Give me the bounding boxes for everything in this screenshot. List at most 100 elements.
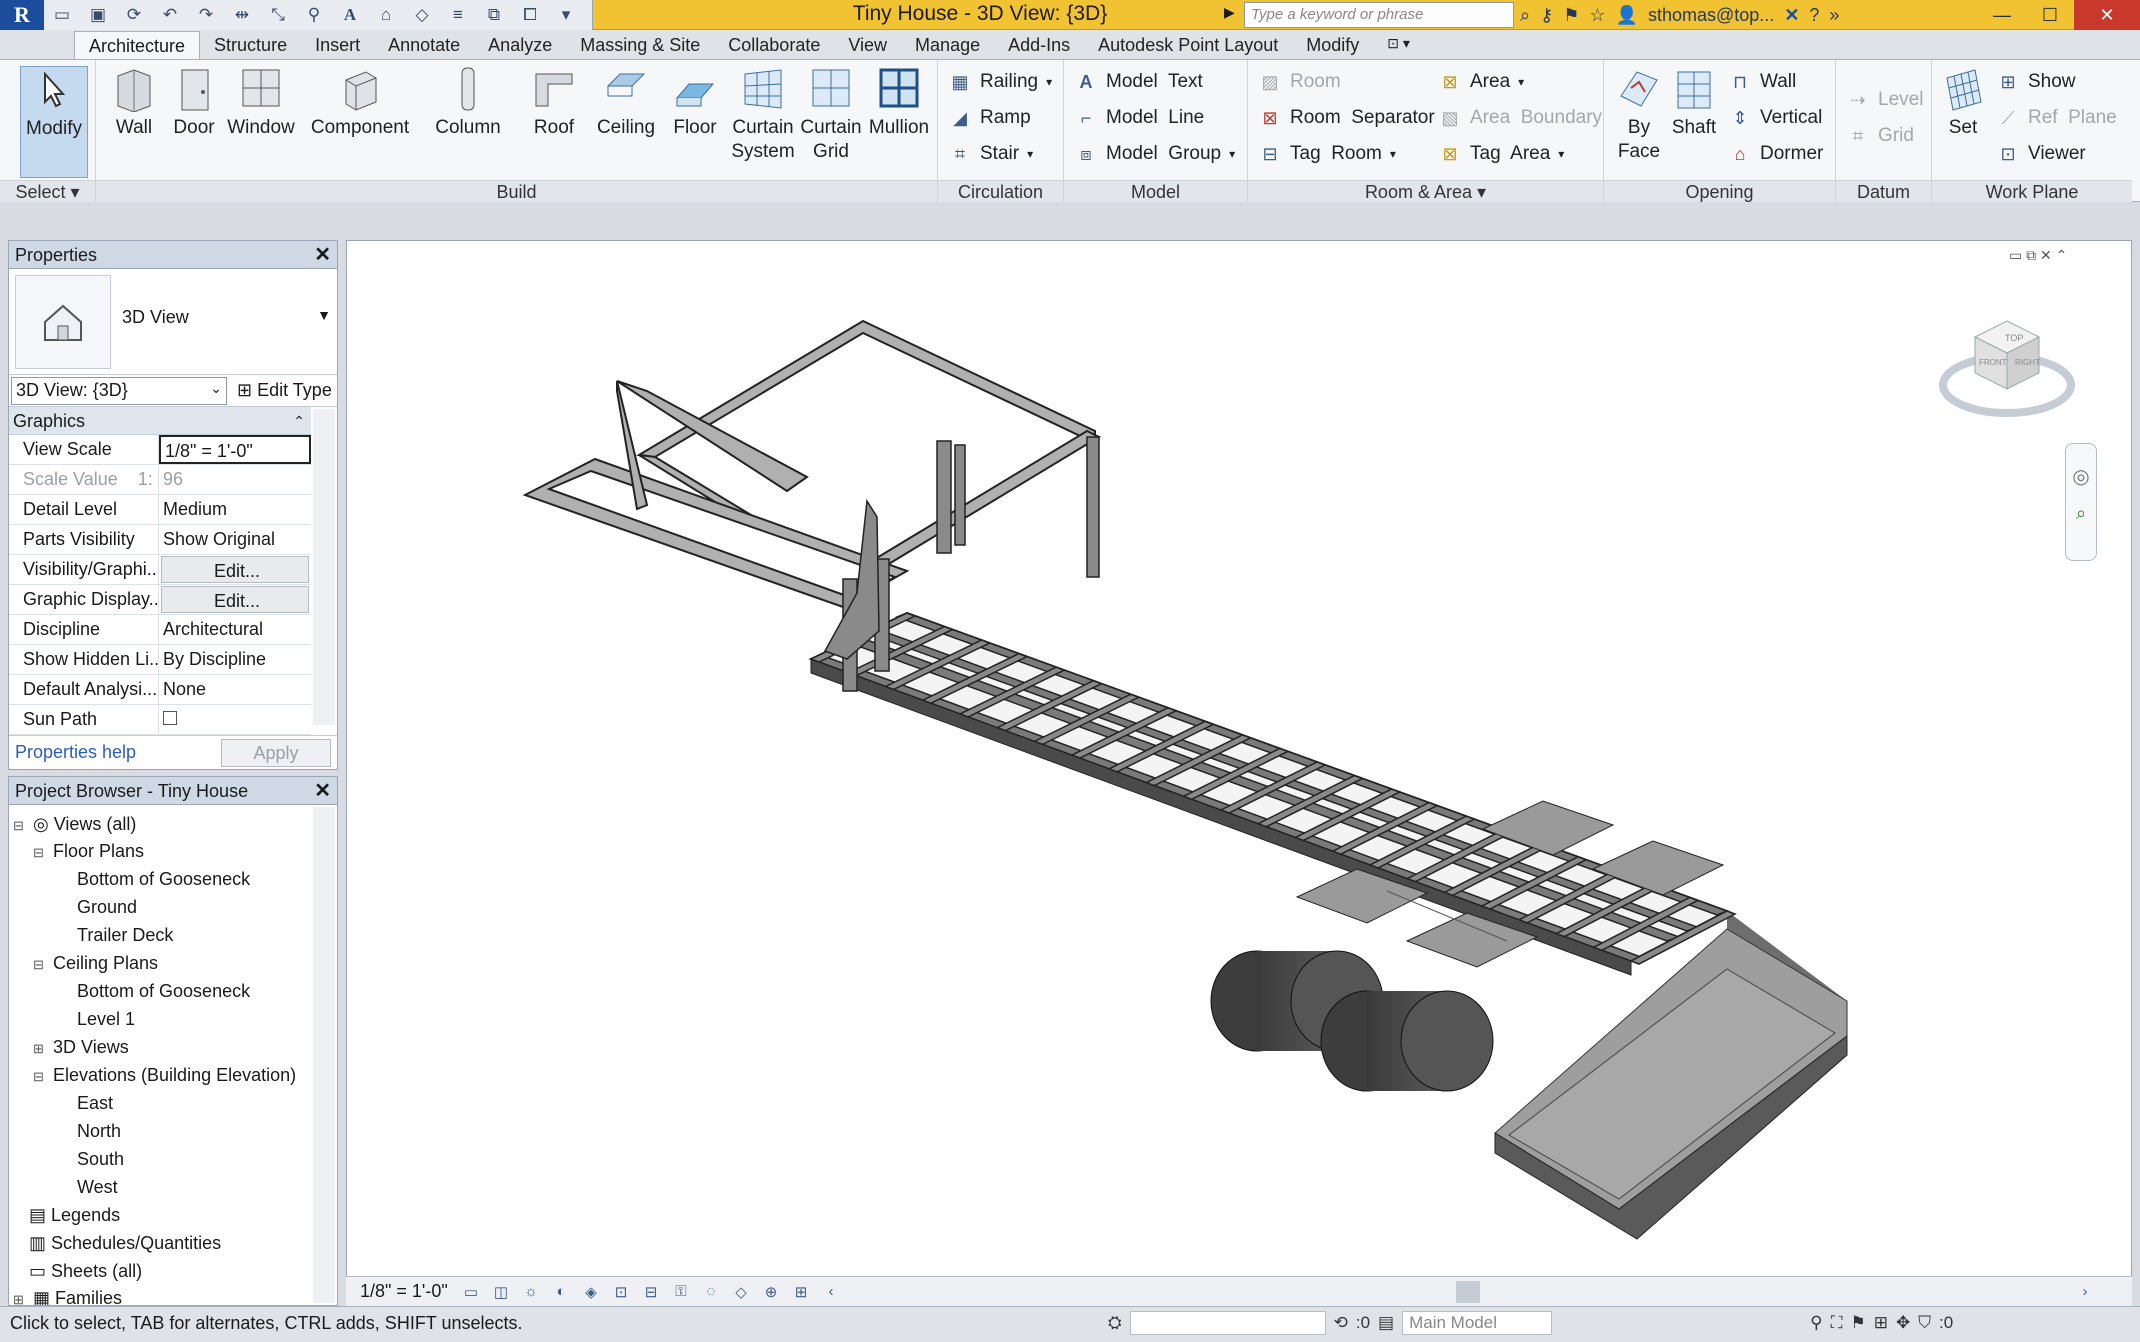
property-value[interactable]: Medium	[159, 495, 311, 524]
wall-button[interactable]: Wall	[106, 66, 162, 140]
tree-item[interactable]: North	[77, 1118, 121, 1144]
close-icon[interactable]: ✕	[314, 777, 331, 805]
qat-dropdown-icon[interactable]: ▾	[551, 3, 581, 27]
floor-button[interactable]: Floor	[668, 66, 722, 140]
tree-sheets[interactable]: ▭ Sheets (all)	[29, 1258, 142, 1284]
railing-button[interactable]: ▦ Railing ▾	[948, 68, 1052, 96]
tree-item[interactable]: Bottom of Gooseneck	[77, 978, 250, 1004]
group-graphics[interactable]: Graphics ⌃	[9, 407, 311, 435]
tree-item[interactable]: Level 1	[77, 1006, 135, 1032]
editing-requests-icon[interactable]: ⟲	[1334, 1313, 1348, 1333]
trailer-model[interactable]	[347, 241, 2132, 1277]
steering-wheel-icon[interactable]: ◎	[2066, 464, 2096, 489]
curtain-system-button[interactable]: Curtain System	[728, 66, 798, 164]
tab-insert[interactable]: Insert	[301, 31, 374, 59]
property-value[interactable]: By Discipline	[159, 645, 311, 674]
zoom-icon[interactable]: ⌕	[2066, 503, 2096, 524]
design-options-icon[interactable]: ▤	[1378, 1313, 1394, 1333]
tag-room-button[interactable]: ⊟ Tag Room ▾	[1258, 140, 1395, 168]
rendering-icon[interactable]: ◈	[576, 1283, 606, 1301]
close-icon[interactable]: ✕	[2074, 0, 2140, 30]
temp-hide-icon[interactable]: ◌	[696, 1283, 726, 1300]
select-underlay-icon[interactable]: ⛶	[1831, 1313, 1843, 1333]
section-icon[interactable]: ◇	[407, 3, 437, 27]
area-button[interactable]: ⊠ Area ▾	[1438, 68, 1524, 96]
component-button[interactable]: Component	[310, 66, 410, 140]
show-crop-icon[interactable]: ⊟	[636, 1283, 666, 1301]
ref-plane-button[interactable]: ⟋ Ref Plane	[1996, 104, 2117, 132]
design-option-select[interactable]: Main Model	[1402, 1311, 1553, 1335]
navigation-bar[interactable]: ◎ ⌕	[2065, 443, 2097, 561]
tab-modify[interactable]: Modify	[1292, 31, 1373, 59]
panel-title-select[interactable]: Select ▾	[0, 180, 95, 202]
tab-architecture[interactable]: Architecture	[74, 31, 201, 59]
reveal-hidden-icon[interactable]: ◇	[726, 1283, 756, 1301]
tag-icon[interactable]: ⚲	[299, 3, 329, 27]
room-button[interactable]: ▨ Room	[1258, 68, 1340, 96]
ceiling-button[interactable]: Ceiling	[594, 66, 658, 140]
subscription-icon[interactable]: ⚷	[1540, 5, 1553, 26]
property-value[interactable]: Show Original	[159, 525, 311, 554]
scrollbar[interactable]	[1456, 1280, 1480, 1303]
measure-icon[interactable]: ⇹	[227, 3, 257, 27]
model-text-button[interactable]: A Model Text	[1074, 68, 1203, 96]
filter-icon[interactable]: ⛉	[1918, 1313, 1931, 1333]
sync-icon[interactable]: ⟳	[119, 3, 149, 27]
tree-item[interactable]: West	[77, 1174, 118, 1200]
select-links-icon[interactable]: ⚲	[1810, 1313, 1822, 1333]
grid-button[interactable]: ⌗ Grid	[1846, 122, 1914, 150]
tree-schedules[interactable]: ▥ Schedules/Quantities	[29, 1230, 221, 1256]
by-face-button[interactable]: By Face	[1612, 66, 1666, 164]
tab-annotate[interactable]: Annotate	[374, 31, 474, 59]
viewer-button[interactable]: ⊡ Viewer	[1996, 140, 2085, 168]
set-button[interactable]: Set	[1940, 66, 1986, 140]
apply-button[interactable]: Apply	[221, 738, 331, 767]
tab-add-ins[interactable]: Add-Ins	[994, 31, 1084, 59]
close-icon[interactable]: ✕	[314, 241, 331, 269]
viewcube-top[interactable]: TOP	[2005, 333, 2023, 343]
detail-level-icon[interactable]: ▭	[456, 1283, 486, 1301]
tab-manage[interactable]: Manage	[901, 31, 994, 59]
scrollbar[interactable]	[313, 807, 335, 1303]
shaft-button[interactable]: Shaft	[1666, 66, 1722, 140]
exchange-icon[interactable]: ✕	[1784, 5, 1799, 26]
roof-button[interactable]: Roof	[526, 66, 582, 140]
column-button[interactable]: Column	[430, 66, 506, 140]
scroll-right-icon[interactable]: ›	[2070, 1283, 2100, 1300]
select-pinned-icon[interactable]: ⚑	[1850, 1313, 1865, 1333]
tab-collaborate[interactable]: Collaborate	[714, 31, 834, 59]
properties-help-link[interactable]: Properties help	[15, 742, 136, 763]
modify-button[interactable]: Modify	[20, 66, 88, 178]
tree-ceiling-plans[interactable]: ⊟ Ceiling Plans	[33, 950, 158, 976]
tab-autodesk-point-layout[interactable]: Autodesk Point Layout	[1084, 31, 1292, 59]
wall-opening-button[interactable]: ⊓ Wall	[1728, 68, 1796, 96]
select-by-face-icon[interactable]: ⊞	[1874, 1313, 1888, 1333]
tag-area-button[interactable]: ⊠ Tag Area ▾	[1438, 140, 1564, 168]
stair-button[interactable]: ⌗ Stair ▾	[948, 140, 1033, 168]
sun-path-icon[interactable]: ☼	[516, 1283, 546, 1300]
application-menu-button[interactable]: R	[0, 0, 44, 30]
favorites-icon[interactable]: ☆	[1589, 5, 1605, 26]
chevron-down-icon[interactable]: ▼	[317, 307, 331, 323]
default-3d-view-icon[interactable]: ⌂	[371, 3, 401, 27]
shadows-icon[interactable]: ◐	[546, 1283, 576, 1300]
curtain-grid-button[interactable]: Curtain Grid	[800, 66, 862, 164]
search-input[interactable]: Type a keyword or phrase	[1244, 2, 1514, 28]
level-button[interactable]: ⇢ Level	[1846, 86, 1923, 114]
lock-view-icon[interactable]: ⚿	[666, 1283, 696, 1300]
property-value-input[interactable]: 1/8" = 1'-0"	[159, 435, 311, 464]
viewcube[interactable]: TOP FRONT RIGHT	[1939, 309, 2079, 419]
model-group-button[interactable]: ⧈ Model Group ▾	[1074, 140, 1235, 168]
tab-massing-site[interactable]: Massing & Site	[566, 31, 714, 59]
user-icon[interactable]: 👤	[1616, 5, 1638, 26]
scrollbar[interactable]	[313, 409, 335, 725]
drag-elements-icon[interactable]: ✥	[1896, 1313, 1910, 1333]
vertical-button[interactable]: ⇕ Vertical	[1728, 104, 1822, 132]
redo-icon[interactable]: ↷	[191, 3, 221, 27]
workset-select[interactable]	[1129, 1311, 1326, 1335]
panel-title-room-area[interactable]: Room & Area ▾	[1248, 180, 1603, 202]
tree-item[interactable]: South	[77, 1146, 124, 1172]
thin-lines-icon[interactable]: ≡	[443, 3, 473, 27]
tree-legends[interactable]: ▤ Legends	[29, 1202, 120, 1228]
view-scale[interactable]: 1/8" = 1'-0"	[346, 1281, 456, 1302]
